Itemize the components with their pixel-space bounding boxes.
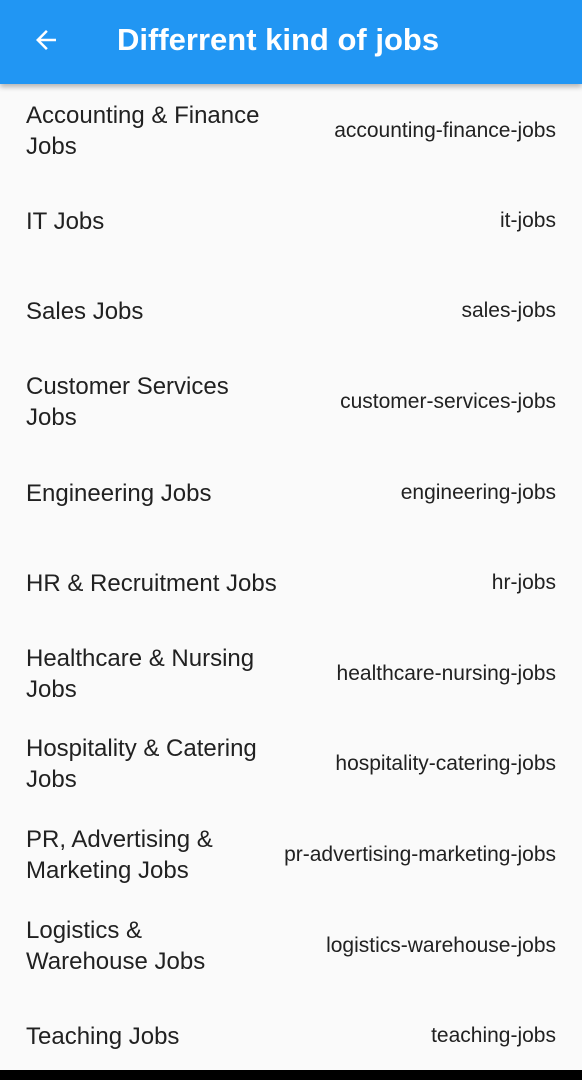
job-item-engineering[interactable]: Engineering Jobs engineering-jobs [0, 448, 582, 538]
job-item-accounting-finance[interactable]: Accounting & Finance Jobs accounting-fin… [0, 86, 582, 176]
job-item-healthcare-nursing[interactable]: Healthcare & Nursing Jobs healthcare-nur… [0, 629, 582, 719]
job-title: Logistics & Warehouse Jobs [26, 917, 206, 975]
job-item-hr[interactable]: HR & Recruitment Jobs hr-jobs [0, 538, 582, 628]
job-title: Hospitality & Catering Jobs [26, 735, 257, 793]
job-item-teaching[interactable]: Teaching Jobs teaching-jobs [0, 991, 582, 1070]
job-slug: healthcare-nursing-jobs [336, 662, 556, 685]
job-title: Healthcare & Nursing Jobs [26, 645, 255, 703]
job-title: Accounting & Finance Jobs [26, 102, 260, 160]
job-list: Accounting & Finance Jobs accounting-fin… [0, 84, 582, 1070]
job-item-logistics-warehouse[interactable]: Logistics & Warehouse Jobs logistics-war… [0, 901, 582, 991]
arrow-back-icon [36, 30, 56, 50]
job-item-sales[interactable]: Sales Jobs sales-jobs [0, 266, 582, 356]
job-item-pr-advertising-marketing[interactable]: PR, Advertising & Marketing Jobs pr-adve… [0, 810, 582, 900]
job-slug: accounting-finance-jobs [334, 119, 556, 142]
job-title: IT Jobs [26, 207, 105, 235]
job-slug: customer-services-jobs [340, 390, 556, 413]
job-slug: hospitality-catering-jobs [335, 752, 556, 775]
job-slug: it-jobs [499, 209, 556, 232]
job-slug: teaching-jobs [431, 1024, 556, 1047]
job-slug: sales-jobs [461, 299, 556, 322]
job-title: PR, Advertising & Marketing Jobs [26, 826, 213, 884]
job-slug: hr-jobs [491, 571, 556, 594]
job-item-customer-services[interactable]: Customer Services Jobs customer-services… [0, 357, 582, 447]
job-title: Teaching Jobs [26, 1022, 180, 1050]
job-title: HR & Recruitment Jobs [26, 569, 277, 597]
app-bar: Differrent kind of jobs [0, 0, 582, 84]
system-navigation-bar [0, 1070, 582, 1080]
job-item-hospitality-catering[interactable]: Hospitality & Catering Jobs hospitality-… [0, 719, 582, 809]
job-slug: pr-advertising-marketing-jobs [284, 843, 556, 866]
job-item-it[interactable]: IT Jobs it-jobs [0, 176, 582, 266]
job-title: Sales Jobs [26, 297, 144, 325]
back-button[interactable] [26, 20, 66, 60]
job-title: Customer Services Jobs [26, 373, 229, 431]
job-slug: engineering-jobs [400, 481, 556, 504]
job-slug: logistics-warehouse-jobs [326, 934, 556, 957]
page-title: Differrent kind of jobs [117, 22, 440, 57]
job-title: Engineering Jobs [26, 479, 212, 507]
